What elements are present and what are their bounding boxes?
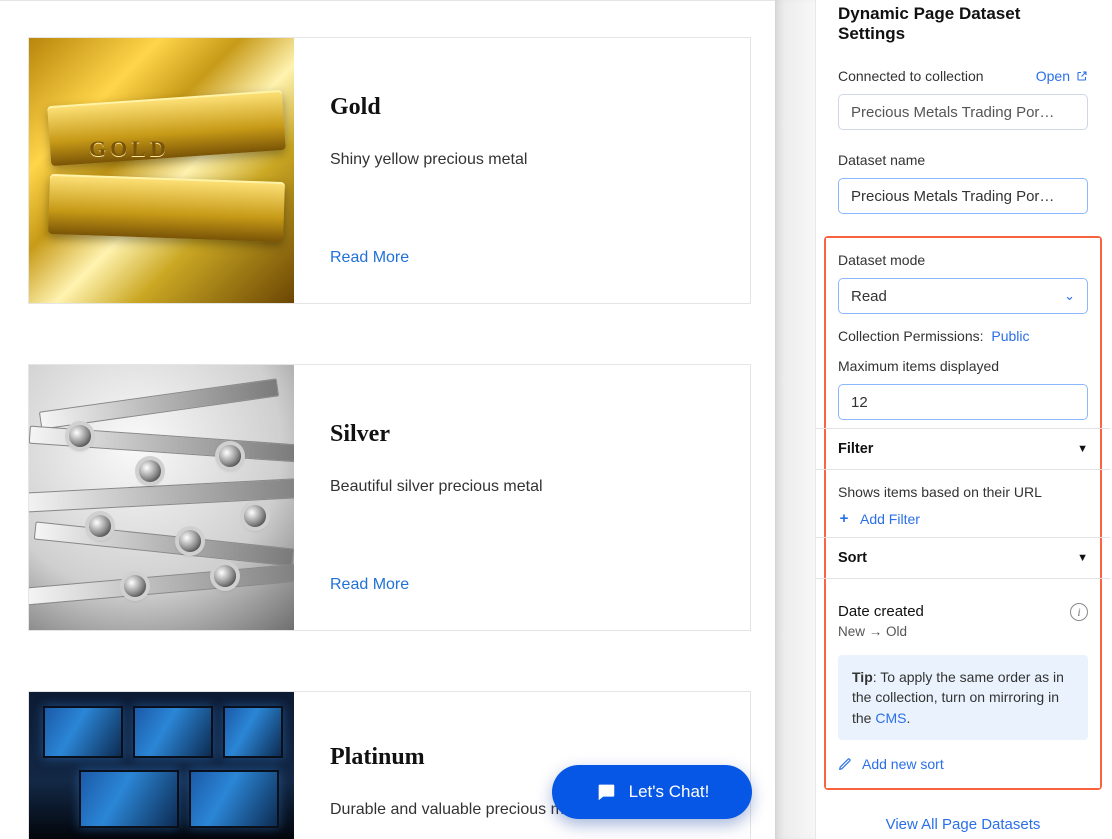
sort-field-label: Date created	[838, 603, 924, 620]
chat-button[interactable]: Let's Chat!	[552, 765, 752, 819]
item-image-gold: GOLD	[29, 38, 294, 303]
read-more-link[interactable]: Read More	[330, 249, 716, 279]
filter-section-header[interactable]: Filter ▼	[816, 428, 1110, 470]
sort-direction-label: New → Old	[838, 624, 924, 639]
item-image-platinum	[29, 692, 294, 839]
dataset-mode-select[interactable]: Read ⌄	[838, 278, 1088, 314]
read-more-link[interactable]: Read More	[330, 576, 716, 606]
list-item: GOLD Gold Shiny yellow precious metal Re…	[28, 37, 751, 304]
dataset-mode-label: Dataset mode	[838, 252, 1088, 268]
filter-description: Shows items based on their URL	[838, 484, 1088, 500]
highlighted-settings-section: Dataset mode Read ⌄ Collection Permissio…	[824, 236, 1102, 790]
add-filter-button[interactable]: + Add Filter	[838, 510, 920, 527]
plus-icon: +	[838, 510, 850, 527]
panel-divider	[775, 0, 815, 839]
panel-title: Dynamic Page Dataset Settings	[838, 4, 1088, 44]
item-title: Silver	[330, 421, 716, 448]
item-description: Shiny yellow precious metal	[330, 151, 716, 169]
add-sort-button[interactable]: Add new sort	[838, 756, 944, 772]
settings-panel: Dynamic Page Dataset Settings Connected …	[815, 0, 1112, 839]
item-image-silver	[29, 365, 294, 630]
connected-to-label: Connected to collection	[838, 68, 984, 84]
caret-down-icon: ▼	[1077, 552, 1088, 564]
sort-tip-box: Tip: To apply the same order as in the c…	[838, 655, 1088, 740]
info-icon[interactable]: i	[1070, 603, 1088, 621]
dataset-name-label: Dataset name	[838, 152, 1088, 168]
sort-section-header[interactable]: Sort ▼	[816, 537, 1110, 579]
max-items-input[interactable]: 12	[838, 384, 1088, 420]
permissions-value-link[interactable]: Public	[991, 328, 1029, 344]
connected-collection-field[interactable]: Precious Metals Trading Por…	[838, 94, 1088, 130]
max-items-label: Maximum items displayed	[838, 358, 1088, 374]
item-title: Gold	[330, 94, 716, 121]
dataset-name-input[interactable]: Precious Metals Trading Por…	[838, 178, 1088, 214]
page-preview: GOLD Gold Shiny yellow precious metal Re…	[0, 0, 775, 839]
open-collection-link[interactable]: Open	[1036, 68, 1088, 84]
view-all-datasets-link[interactable]: View All Page Datasets	[838, 816, 1088, 833]
external-link-icon	[1076, 70, 1088, 82]
chevron-down-icon: ⌄	[1064, 288, 1075, 304]
list-item: Silver Beautiful silver precious metal R…	[28, 364, 751, 631]
caret-down-icon: ▼	[1077, 443, 1088, 455]
cms-link[interactable]: CMS	[875, 710, 906, 726]
pencil-icon	[838, 757, 852, 771]
item-description: Beautiful silver precious metal	[330, 478, 716, 496]
chat-icon	[595, 781, 617, 803]
permissions-label: Collection Permissions:	[838, 328, 984, 344]
